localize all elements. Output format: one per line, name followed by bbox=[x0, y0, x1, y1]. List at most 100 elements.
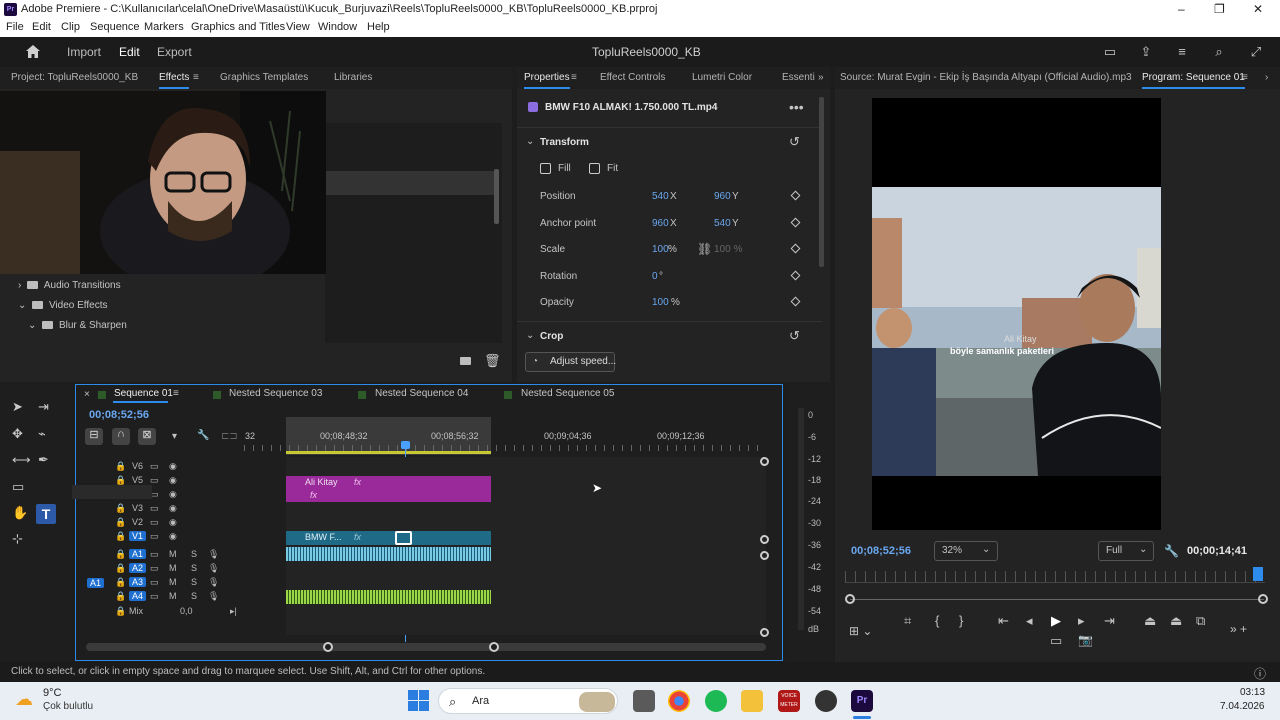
nav-import[interactable]: Import bbox=[67, 45, 101, 59]
tab-nested-04[interactable]: Nested Sequence 04 bbox=[375, 388, 468, 399]
timeline-menu-icon[interactable]: ≡ bbox=[173, 388, 179, 399]
pen-tool-icon[interactable]: ✒ bbox=[38, 453, 49, 467]
menu-edit[interactable]: Edit bbox=[32, 21, 51, 33]
menu-help[interactable]: Help bbox=[367, 21, 390, 33]
lock-icon[interactable]: 🔒 bbox=[115, 461, 126, 472]
lock-icon[interactable]: 🔒 bbox=[115, 531, 126, 542]
mark-in-icon[interactable]: { bbox=[935, 613, 939, 628]
maximize-button[interactable]: ❐ bbox=[1214, 2, 1225, 16]
settings-grid-icon[interactable]: ⊞ ⌄ bbox=[849, 624, 872, 638]
solo-icon[interactable]: S bbox=[191, 591, 197, 601]
vscroll-bottom-handle[interactable] bbox=[760, 628, 769, 637]
nav-export[interactable]: Export bbox=[157, 45, 192, 59]
lock-icon[interactable]: 🔒 bbox=[115, 563, 126, 574]
reset-transform-icon[interactable]: ↺ bbox=[789, 134, 800, 150]
crop-chevron-icon[interactable]: ⌄ bbox=[526, 330, 534, 341]
add-marker-icon[interactable]: ▾ bbox=[172, 431, 177, 442]
tab-effects[interactable]: Effects bbox=[159, 72, 190, 89]
fit-button[interactable]: Fit bbox=[607, 163, 618, 174]
eye-icon[interactable]: ◉ bbox=[169, 503, 177, 514]
menu-file[interactable]: File bbox=[6, 21, 24, 33]
add-marker-icon[interactable]: ⌗ bbox=[904, 613, 911, 629]
weather-desc[interactable]: Çok bulutlu bbox=[43, 701, 93, 712]
track-header-v2[interactable]: 🔒 V2 ▭ ◉ bbox=[112, 516, 212, 530]
track-header-a3[interactable]: 🔒 A3 ▭ M S 🎙 bbox=[112, 576, 219, 590]
hscroll-right-handle[interactable] bbox=[489, 642, 499, 652]
keyframe-scale-icon[interactable] bbox=[790, 243, 801, 254]
opacity-value[interactable]: 100 bbox=[652, 297, 669, 308]
mark-out-icon[interactable]: } bbox=[959, 613, 963, 628]
keyframe-anchor-icon[interactable] bbox=[790, 217, 801, 228]
fill-button[interactable]: Fill bbox=[558, 163, 571, 174]
mic-icon[interactable]: 🎙 bbox=[208, 549, 219, 560]
insert-nest-icon[interactable]: ⊟ bbox=[85, 428, 103, 445]
tab-project[interactable]: Project: TopluReels0000_KB bbox=[11, 72, 138, 83]
more-tabs-icon[interactable]: » bbox=[818, 72, 824, 83]
camera-icon[interactable]: 📷 bbox=[1078, 633, 1093, 647]
more-panels-icon[interactable]: › bbox=[1265, 72, 1268, 83]
nav-edit[interactable]: Edit bbox=[119, 45, 140, 59]
minimize-button[interactable]: – bbox=[1178, 2, 1185, 16]
trash-icon[interactable]: 🗑 bbox=[484, 354, 501, 368]
program-menu-icon[interactable]: ≡ bbox=[1242, 72, 1248, 83]
lock-icon[interactable]: 🔒 bbox=[115, 606, 126, 617]
sync-icon[interactable]: ▭ bbox=[150, 563, 159, 574]
workspaces-icon[interactable]: ≡ bbox=[1174, 45, 1190, 59]
track-select-tool-icon[interactable]: ⇥ bbox=[38, 400, 49, 414]
tab-program[interactable]: Program: Sequence 01 bbox=[1142, 72, 1245, 89]
lift-icon[interactable]: ⏏ bbox=[1144, 613, 1156, 629]
rectangle-tool-icon[interactable]: ▭ bbox=[12, 480, 24, 494]
sync-icon[interactable]: ▭ bbox=[150, 577, 159, 588]
weather-icon[interactable]: ☁ bbox=[15, 689, 33, 710]
play-icon[interactable]: ▶ bbox=[1051, 613, 1061, 629]
close-button[interactable]: ✕ bbox=[1253, 2, 1263, 16]
effects-selection-row[interactable] bbox=[325, 171, 495, 195]
safe-margins-icon[interactable]: ▭ bbox=[1050, 633, 1062, 649]
program-timecode[interactable]: 00;08;52;56 bbox=[851, 545, 911, 557]
panel-layout-icon[interactable]: ▭ bbox=[1102, 45, 1118, 59]
selected-frame-marker[interactable] bbox=[395, 531, 412, 545]
tab-source[interactable]: Source: Murat Evgin - Ekip İş Başında Al… bbox=[840, 72, 1132, 83]
mic-icon[interactable]: 🎙 bbox=[208, 577, 219, 588]
mute-icon[interactable]: M bbox=[169, 577, 177, 587]
info-icon[interactable]: ⓘ bbox=[1254, 665, 1266, 682]
solo-icon[interactable]: S bbox=[191, 563, 197, 573]
go-to-in-icon[interactable]: ⇤ bbox=[998, 613, 1009, 629]
mute-icon[interactable]: M bbox=[169, 563, 177, 573]
timeline-timecode[interactable]: 00;08;52;56 bbox=[89, 409, 149, 421]
type-tool-icon[interactable]: T bbox=[36, 504, 56, 524]
tab-lumetri-color[interactable]: Lumetri Color bbox=[692, 72, 752, 83]
track-header-a1[interactable]: 🔒 A1 ▭ M S 🎙 bbox=[112, 548, 219, 562]
position-x-value[interactable]: 540 bbox=[652, 191, 669, 202]
tree-item-blur-sharpen[interactable]: ⌄ Blur & Sharpen bbox=[28, 320, 127, 331]
lock-icon[interactable]: 🔒 bbox=[115, 549, 126, 560]
vscroll-mid-handle[interactable] bbox=[760, 535, 769, 544]
taskbar-search[interactable]: ⌕ Ara bbox=[438, 688, 618, 714]
weather-temp[interactable]: 9°C bbox=[43, 687, 61, 699]
video-preview[interactable]: Ali Kitay böyle samanlık paketleri bbox=[872, 98, 1161, 530]
fit-icon[interactable] bbox=[589, 163, 600, 174]
vscroll-top-handle[interactable] bbox=[760, 457, 769, 466]
eye-icon[interactable]: ◉ bbox=[169, 517, 177, 528]
transform-tool-icon[interactable]: ⊹ bbox=[12, 532, 23, 546]
voicemeeter-icon[interactable]: VOICE METER bbox=[778, 690, 800, 712]
solo-icon[interactable]: S bbox=[191, 549, 197, 559]
lock-icon[interactable]: 🔒 bbox=[115, 517, 126, 528]
tree-item-audio-transitions[interactable]: › Audio Transitions bbox=[18, 280, 121, 291]
fullscreen-icon[interactable]: ⤢ bbox=[1248, 45, 1264, 59]
program-playhead[interactable] bbox=[1253, 567, 1263, 581]
tab-nested-03[interactable]: Nested Sequence 03 bbox=[229, 388, 322, 399]
close-tab-icon[interactable]: × bbox=[84, 389, 90, 400]
sync-icon[interactable]: ▭ bbox=[150, 517, 159, 528]
keyframe-rotation-icon[interactable] bbox=[790, 270, 801, 281]
source-patch-a1[interactable]: A1 bbox=[87, 578, 105, 588]
new-bin-icon[interactable] bbox=[460, 357, 471, 365]
linked-selection-icon[interactable]: ⊠ bbox=[138, 428, 156, 445]
adjust-speed-button[interactable]: ◔ Adjust speed... bbox=[525, 352, 616, 372]
scale-value[interactable]: 100 bbox=[652, 244, 669, 255]
tab-properties[interactable]: Properties bbox=[524, 72, 570, 89]
menu-window[interactable]: Window bbox=[318, 21, 357, 33]
tab-effect-controls[interactable]: Effect Controls bbox=[600, 72, 665, 83]
mic-icon[interactable]: 🎙 bbox=[208, 591, 219, 602]
clip-video-bmw[interactable]: BMW F... fx bbox=[286, 531, 491, 545]
